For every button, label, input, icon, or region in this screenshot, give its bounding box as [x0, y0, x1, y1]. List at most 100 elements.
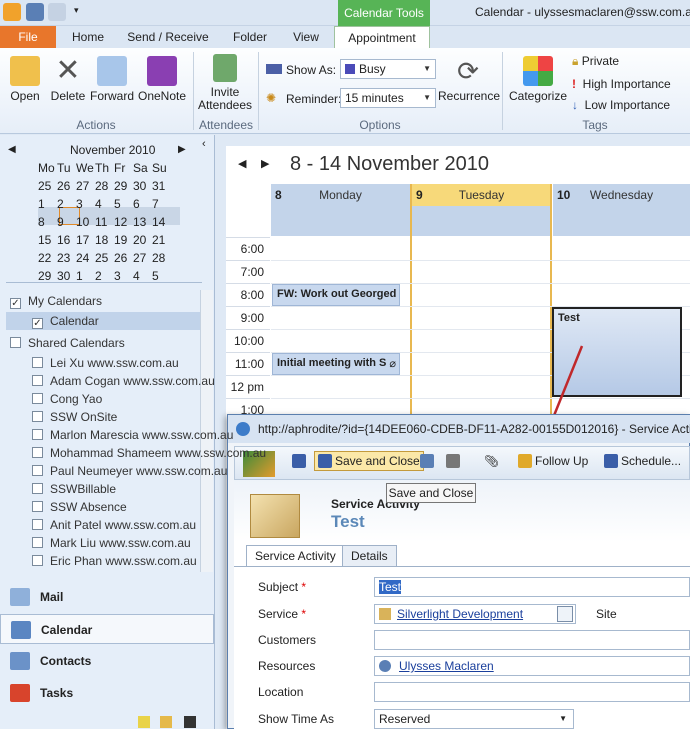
- next-month-icon[interactable]: ▶: [178, 144, 186, 155]
- save-icon[interactable]: [292, 454, 309, 468]
- day-header-monday[interactable]: 8 Monday: [271, 184, 410, 236]
- mini-calendar-day[interactable]: 22: [38, 251, 51, 265]
- mini-calendar-day[interactable]: 3: [76, 197, 83, 211]
- mini-calendar-day[interactable]: 29: [38, 269, 51, 283]
- mini-calendar-day[interactable]: 17: [76, 233, 89, 247]
- service-lookup[interactable]: Silverlight Development: [374, 604, 576, 624]
- mini-calendar-day[interactable]: 27: [133, 251, 146, 265]
- prev-month-icon[interactable]: ◀: [8, 144, 16, 155]
- mini-calendar-day[interactable]: 24: [76, 251, 89, 265]
- checkbox[interactable]: ✓: [32, 318, 43, 329]
- next-week-icon[interactable]: ▶: [261, 157, 269, 170]
- shared-calendar-item[interactable]: Lei Xu www.ssw.com.au: [32, 354, 179, 372]
- checkbox[interactable]: [32, 537, 43, 548]
- calendar-item[interactable]: ✓ Calendar: [32, 312, 99, 330]
- mini-calendar-day[interactable]: 16: [57, 233, 70, 247]
- mini-calendar-day[interactable]: 25: [38, 179, 51, 193]
- nav-mail[interactable]: Mail: [0, 582, 215, 612]
- mini-calendar-day[interactable]: 2: [57, 197, 64, 211]
- shared-calendar-item[interactable]: Marlon Marescia www.ssw.com.au: [32, 426, 233, 444]
- checkbox[interactable]: [32, 357, 43, 368]
- attach-icon[interactable]: 📎︎: [484, 454, 499, 468]
- shared-calendar-item[interactable]: SSWBillable: [32, 480, 116, 498]
- checkbox[interactable]: [32, 393, 43, 404]
- tab-details[interactable]: Details: [342, 545, 397, 567]
- save-quick-icon[interactable]: [26, 3, 44, 21]
- mini-calendar-day[interactable]: 27: [76, 179, 89, 193]
- shared-calendar-item[interactable]: Mohammad Shameem www.ssw.com.au: [32, 444, 266, 462]
- day-header-tuesday[interactable]: 9 Tuesday: [412, 184, 551, 236]
- shared-calendar-item[interactable]: Cong Yao: [32, 390, 102, 408]
- mini-calendar-day[interactable]: 1: [38, 197, 45, 211]
- shared-calendar-item[interactable]: SSW OnSite: [32, 408, 117, 426]
- mini-calendar-day[interactable]: 14: [152, 215, 165, 229]
- shared-calendar-item[interactable]: Anit Patel www.ssw.com.au: [32, 516, 196, 534]
- shared-calendars-group[interactable]: Shared Calendars: [10, 334, 125, 352]
- invite-attendees-button[interactable]: Invite Attendees: [195, 54, 255, 112]
- my-calendars-group[interactable]: ✓ My Calendars: [10, 292, 102, 310]
- mini-calendar-day[interactable]: 23: [57, 251, 70, 265]
- folder-list-icon[interactable]: [160, 716, 172, 728]
- nav-tasks[interactable]: Tasks: [0, 678, 215, 708]
- mini-calendar-day[interactable]: 9: [57, 215, 64, 229]
- mini-calendar-day[interactable]: 7: [152, 197, 159, 211]
- tab-service-activity[interactable]: Service Activity: [246, 545, 345, 567]
- mini-calendar-day[interactable]: 11: [95, 215, 107, 229]
- categorize-button[interactable]: Categorize: [508, 56, 568, 103]
- customize-quick-access-icon[interactable]: ▾: [74, 5, 79, 16]
- mini-calendar-day[interactable]: 30: [57, 269, 70, 283]
- resources-field[interactable]: Ulysses Maclaren: [374, 656, 690, 676]
- mini-calendar-day[interactable]: 30: [133, 179, 146, 193]
- mini-calendar-day[interactable]: 4: [95, 197, 102, 211]
- mini-calendar-day[interactable]: 28: [95, 179, 108, 193]
- mini-calendar-day[interactable]: 28: [152, 251, 165, 265]
- tab-home[interactable]: Home: [66, 26, 110, 48]
- reminder-select[interactable]: 15 minutes ▼: [340, 88, 436, 108]
- day-header-wednesday[interactable]: 10 Wednesday: [553, 184, 690, 236]
- nav-contacts[interactable]: Contacts: [0, 646, 215, 676]
- save-and-close-button[interactable]: Save and Close: [314, 451, 424, 471]
- print-icon[interactable]: [446, 454, 463, 468]
- recurrence-button[interactable]: ⟳ Recurrence: [438, 56, 500, 103]
- checkbox[interactable]: [32, 375, 43, 386]
- lookup-icon[interactable]: [557, 606, 573, 622]
- shared-calendar-item[interactable]: Adam Cogan www.ssw.com.au: [32, 372, 215, 390]
- appointment-work-out[interactable]: FW: Work out Georged: [272, 284, 400, 306]
- mini-calendar-day[interactable]: 20: [133, 233, 146, 247]
- customers-field[interactable]: [374, 630, 690, 650]
- forward-button[interactable]: Forward: [89, 56, 135, 103]
- show-as-select[interactable]: Busy ▼: [340, 59, 436, 79]
- mini-calendar-day[interactable]: 4: [133, 269, 140, 283]
- checkbox[interactable]: [32, 465, 43, 476]
- mini-calendar-day[interactable]: 10: [76, 215, 89, 229]
- mini-calendar-day[interactable]: 3: [114, 269, 121, 283]
- mini-calendar-day[interactable]: 21: [152, 233, 165, 247]
- show-time-as-select[interactable]: Reserved ▼: [374, 709, 574, 729]
- mini-calendar-day[interactable]: 26: [114, 251, 127, 265]
- tab-view[interactable]: View: [287, 26, 325, 48]
- open-button[interactable]: Open: [4, 56, 46, 103]
- tab-appointment[interactable]: Appointment: [334, 26, 430, 49]
- mini-calendar-day[interactable]: 12: [114, 215, 127, 229]
- checkbox[interactable]: [32, 411, 43, 422]
- shared-calendar-item[interactable]: Paul Neumeyer www.ssw.com.au: [32, 462, 227, 480]
- high-importance-button[interactable]: ! High Importance: [572, 77, 671, 91]
- mini-calendar-day[interactable]: 19: [114, 233, 127, 247]
- mini-calendar-day[interactable]: 25: [95, 251, 108, 265]
- save-new-icon[interactable]: [420, 454, 437, 468]
- checkbox[interactable]: [32, 519, 43, 530]
- notes-icon[interactable]: [138, 716, 150, 728]
- mini-calendar-day[interactable]: 2: [95, 269, 102, 283]
- mini-calendar-day[interactable]: 6: [133, 197, 140, 211]
- collapse-nav-icon[interactable]: ‹: [202, 138, 206, 150]
- checkbox[interactable]: [32, 501, 43, 512]
- nav-calendar[interactable]: Calendar: [0, 614, 214, 644]
- shortcuts-icon[interactable]: [184, 716, 196, 728]
- tab-file[interactable]: File: [0, 26, 56, 48]
- checkbox[interactable]: [32, 555, 43, 566]
- checkbox[interactable]: [32, 483, 43, 494]
- checkbox[interactable]: [32, 429, 43, 440]
- shared-calendar-item[interactable]: Mark Liu www.ssw.com.au: [32, 534, 191, 552]
- checkbox[interactable]: ✓: [10, 298, 21, 309]
- undo-icon[interactable]: [48, 3, 66, 21]
